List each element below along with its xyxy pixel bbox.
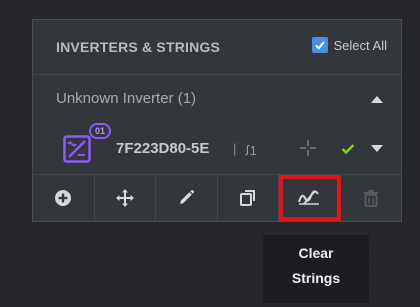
tooltip-line-2: Strings (291, 270, 341, 286)
select-all-checkbox[interactable]: Select All (311, 37, 387, 53)
panel-header: INVERTERS & STRINGS Select All (33, 20, 401, 75)
inverter-name: 7F223D80-5E (116, 140, 210, 157)
panel-title: INVERTERS & STRINGS (56, 39, 221, 55)
clear-strings-tooltip: Clear Strings (263, 235, 369, 303)
inverter-separator: | (233, 141, 237, 156)
check-icon (341, 144, 355, 155)
add-circle-icon (55, 190, 72, 206)
add-button[interactable] (33, 175, 95, 221)
inverter-badge: 01 (89, 123, 111, 139)
pencil-icon (180, 189, 195, 204)
copy-button[interactable] (218, 175, 279, 221)
crosshair-icon[interactable] (299, 139, 317, 157)
caret-down-icon[interactable] (371, 145, 383, 152)
inverter-group-header[interactable]: Unknown Inverter (1) (33, 75, 401, 119)
edit-button[interactable] (156, 175, 218, 221)
clear-strings-button[interactable] (279, 175, 341, 221)
string-count: ꭍ1 (245, 143, 257, 158)
caret-up-icon[interactable] (371, 96, 383, 103)
move-icon (115, 189, 134, 207)
delete-button[interactable] (341, 175, 402, 221)
inverter-icon (63, 135, 91, 163)
inverter-group-label: Unknown Inverter (1) (56, 90, 197, 107)
checkbox-checked-icon (311, 37, 328, 53)
clear-strings-icon (298, 190, 320, 205)
inverter-row[interactable]: 01 7F223D80-5E | ꭍ1 (33, 119, 401, 175)
tooltip-line-1: Clear (298, 245, 334, 261)
copy-icon (239, 190, 255, 206)
inverter-toolbar (33, 175, 401, 221)
move-button[interactable] (95, 175, 156, 221)
inverters-strings-panel: INVERTERS & STRINGS Select All Unknown I… (32, 19, 402, 222)
trash-icon (363, 190, 378, 207)
select-all-label: Select All (333, 37, 387, 53)
